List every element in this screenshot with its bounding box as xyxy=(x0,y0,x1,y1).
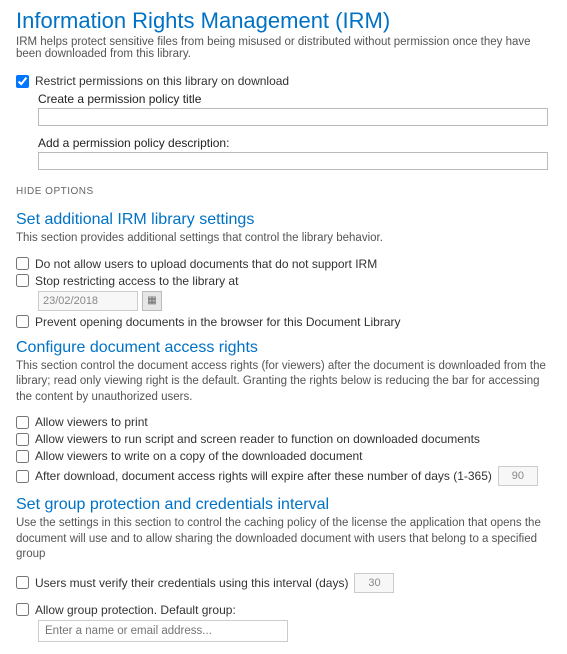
expire-days-input[interactable] xyxy=(498,466,538,486)
section-access-desc: This section control the document access… xyxy=(16,359,551,406)
default-group-input[interactable] xyxy=(38,620,288,642)
allow-script-checkbox[interactable] xyxy=(16,433,29,446)
restrict-label: Restrict permissions on this library on … xyxy=(35,74,289,88)
calendar-icon[interactable]: ▦ xyxy=(142,291,162,311)
policy-desc-label: Add a permission policy description: xyxy=(38,136,551,150)
restrict-checkbox[interactable] xyxy=(16,75,29,88)
stop-restrict-date-input[interactable] xyxy=(38,291,138,311)
expire-checkbox[interactable] xyxy=(16,470,29,483)
section-group-desc: Use the settings in this section to cont… xyxy=(16,516,551,563)
no-upload-checkbox[interactable] xyxy=(16,257,29,270)
allow-write-label: Allow viewers to write on a copy of the … xyxy=(35,449,363,463)
prevent-browser-checkbox[interactable] xyxy=(16,315,29,328)
allow-print-checkbox[interactable] xyxy=(16,416,29,429)
group-protection-label: Allow group protection. Default group: xyxy=(35,603,236,617)
section-access-title: Configure document access rights xyxy=(16,339,551,357)
verify-label: Users must verify their credentials usin… xyxy=(35,576,348,590)
section-additional-desc: This section provides additional setting… xyxy=(16,231,551,247)
page-subtitle: IRM helps protect sensitive files from b… xyxy=(16,36,551,60)
expire-label: After download, document access rights w… xyxy=(35,469,492,483)
section-group-title: Set group protection and credentials int… xyxy=(16,496,551,514)
hide-options-toggle[interactable]: HIDE OPTIONS xyxy=(16,186,551,197)
page-title: Information Rights Management (IRM) xyxy=(16,8,551,34)
section-additional-title: Set additional IRM library settings xyxy=(16,211,551,229)
allow-script-label: Allow viewers to run script and screen r… xyxy=(35,432,480,446)
verify-checkbox[interactable] xyxy=(16,576,29,589)
allow-write-checkbox[interactable] xyxy=(16,450,29,463)
stop-restrict-label: Stop restricting access to the library a… xyxy=(35,274,238,288)
policy-title-input[interactable] xyxy=(38,108,548,126)
stop-restrict-checkbox[interactable] xyxy=(16,274,29,287)
policy-desc-input[interactable] xyxy=(38,152,548,170)
no-upload-label: Do not allow users to upload documents t… xyxy=(35,257,377,271)
policy-title-label: Create a permission policy title xyxy=(38,92,551,106)
group-protection-checkbox[interactable] xyxy=(16,603,29,616)
prevent-browser-label: Prevent opening documents in the browser… xyxy=(35,315,401,329)
verify-days-input[interactable] xyxy=(354,573,394,593)
allow-print-label: Allow viewers to print xyxy=(35,415,148,429)
